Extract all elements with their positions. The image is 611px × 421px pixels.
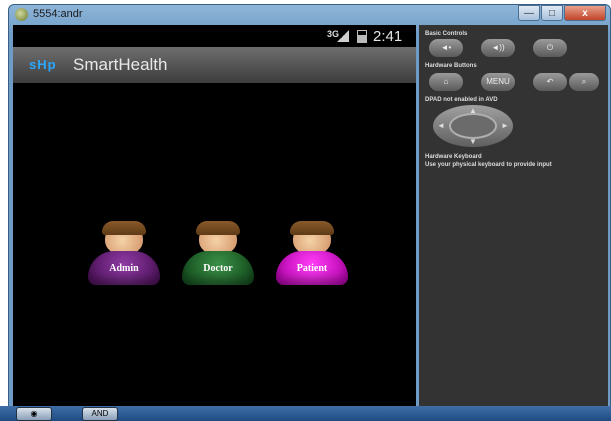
volume-up-icon[interactable]: ◄)) [481, 39, 515, 57]
signal-icon [337, 30, 349, 42]
hardware-keyboard-hint: Use your physical keyboard to provide in… [425, 162, 552, 168]
taskbar-emulator-button[interactable]: AND [82, 407, 118, 421]
maximize-button[interactable]: □ [541, 5, 563, 21]
dpad-right-icon[interactable]: ► [501, 121, 509, 130]
start-button[interactable]: ◉ [16, 407, 52, 421]
emulator-app-icon [15, 8, 28, 21]
volume-down-icon[interactable]: ◄• [429, 39, 463, 57]
dpad-label: DPAD not enabled in AVD [425, 97, 498, 103]
patient-role-button[interactable]: Patient [276, 221, 348, 287]
close-button[interactable]: x [564, 5, 606, 21]
window-title: 5554:andr [33, 8, 83, 20]
person-hair-icon [102, 221, 146, 235]
phone-screen: 3G 2:41 sHp SmartHealth Admin Doctor Pat… [13, 25, 416, 415]
dpad-down-icon[interactable]: ▼ [469, 137, 477, 146]
dpad-center-button[interactable] [449, 113, 497, 139]
admin-role-button[interactable]: Admin [88, 221, 160, 287]
app-title: SmartHealth [73, 55, 168, 74]
doctor-role-button[interactable]: Doctor [182, 221, 254, 287]
doctor-role-label: Doctor [182, 251, 254, 285]
hardware-keyboard-label: Hardware Keyboard [425, 154, 482, 160]
person-hair-icon [290, 221, 334, 235]
windows-taskbar: ◉ AND [0, 406, 611, 421]
dpad-control[interactable]: ▲ ▼ ◄ ► [433, 105, 513, 147]
emulator-window: 5554:andr — □ x 3G 2:41 sHp SmartHealth … [8, 4, 611, 421]
minimize-button[interactable]: — [518, 5, 540, 21]
patient-role-label: Patient [276, 251, 348, 285]
person-hair-icon [196, 221, 240, 235]
hardware-keyboard-note: Hardware Keyboard Use your physical keyb… [425, 153, 552, 169]
dpad-left-icon[interactable]: ◄ [437, 121, 445, 130]
window-controls: — □ x [517, 5, 606, 21]
app-action-bar: sHp SmartHealth [13, 47, 416, 83]
clock: 2:41 [373, 28, 403, 45]
basic-controls-label: Basic Controls [425, 31, 468, 37]
role-selector: Admin Doctor Patient [88, 221, 348, 291]
battery-icon [357, 30, 367, 43]
app-logo: sHp [29, 57, 57, 72]
dpad-up-icon[interactable]: ▲ [469, 106, 477, 115]
status-bar: 3G 2:41 [13, 25, 416, 47]
search-icon[interactable]: ⌕ [569, 73, 599, 91]
home-icon[interactable]: ⌂ [429, 73, 463, 91]
menu-button[interactable]: MENU [481, 73, 515, 91]
emulator-controls-panel: Basic Controls ◄• ◄)) ⏻ Hardware Buttons… [419, 25, 608, 415]
hardware-buttons-label: Hardware Buttons [425, 63, 477, 69]
title-bar: 5554:andr — □ x [9, 5, 610, 25]
power-icon[interactable]: ⏻ [533, 39, 567, 57]
admin-role-label: Admin [88, 251, 160, 285]
back-icon[interactable]: ↶ [533, 73, 567, 91]
